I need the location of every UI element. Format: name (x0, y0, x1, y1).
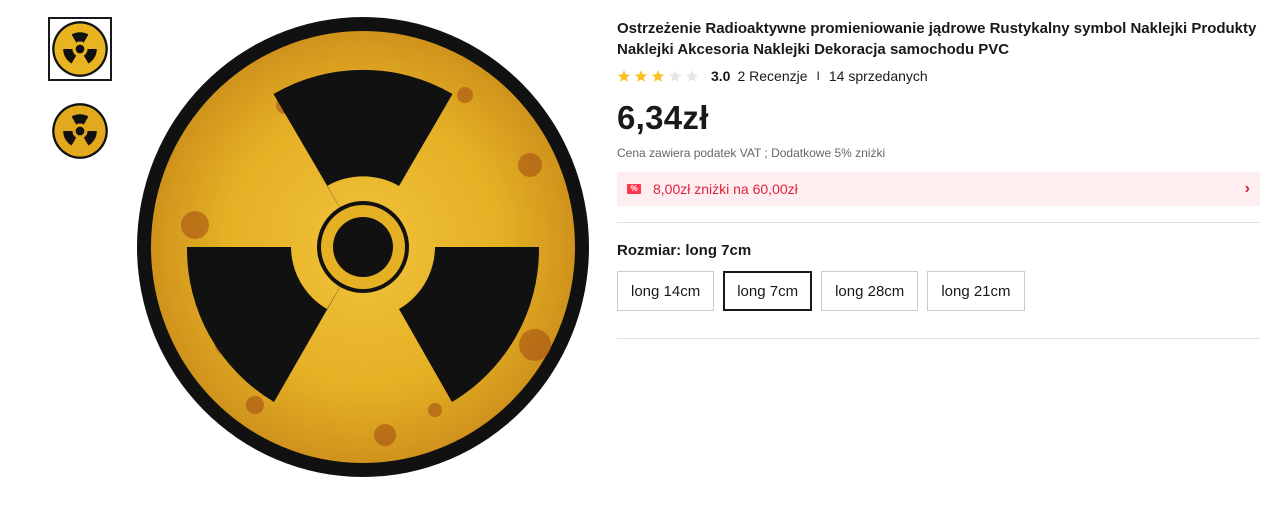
product-title: Ostrzeżenie Radioaktywne promieniowanie … (617, 20, 1257, 58)
radiation-symbol-thumbnail (52, 103, 108, 159)
separator: I (816, 69, 820, 83)
star-icon (634, 70, 648, 82)
thumbnail-gallery (48, 17, 114, 181)
size-option-28cm[interactable]: long 28cm (821, 271, 919, 311)
size-label: Rozmiar: long 7cm (617, 242, 752, 259)
price: 6,34zł (617, 99, 709, 136)
star-icon (651, 70, 665, 82)
divider (617, 338, 1260, 339)
divider (617, 222, 1260, 223)
rating-stars (617, 69, 699, 83)
rating-row: 3.0 2 Recenzje I 14 sprzedanych (617, 67, 1260, 85)
product-info: Ostrzeżenie Radioaktywne promieniowanie … (617, 18, 1260, 339)
star-empty-icon (668, 70, 682, 82)
sold-count: 14 sprzedanych (828, 68, 928, 84)
star-icon (617, 70, 631, 82)
radiation-symbol (137, 17, 589, 477)
star-empty-icon (685, 70, 699, 82)
coupon-text: 8,00zł zniżki na 60,00zł (653, 181, 798, 197)
size-option-14cm[interactable]: long 14cm (617, 271, 715, 311)
reviews-link[interactable]: 2 Recenzje (737, 68, 807, 84)
thumbnail-2[interactable] (48, 99, 112, 163)
size-options: long 14cm long 7cm long 28cm long 21cm (617, 271, 1260, 311)
size-option-21cm[interactable]: long 21cm (927, 271, 1025, 311)
thumbnail-1[interactable] (48, 17, 112, 81)
size-option-7cm[interactable]: long 7cm (723, 271, 813, 311)
coupon-banner[interactable]: % 8,00zł zniżki na 60,00zł › (617, 172, 1260, 206)
coupon-icon: % (627, 184, 641, 194)
vat-note: Cena zawiera podatek VAT ; Dodatkowe 5% … (617, 146, 886, 160)
main-product-image[interactable] (134, 12, 592, 482)
chevron-right-icon: › (1244, 180, 1250, 197)
rating-value: 3.0 (711, 68, 731, 84)
radiation-symbol-thumbnail (52, 21, 108, 77)
